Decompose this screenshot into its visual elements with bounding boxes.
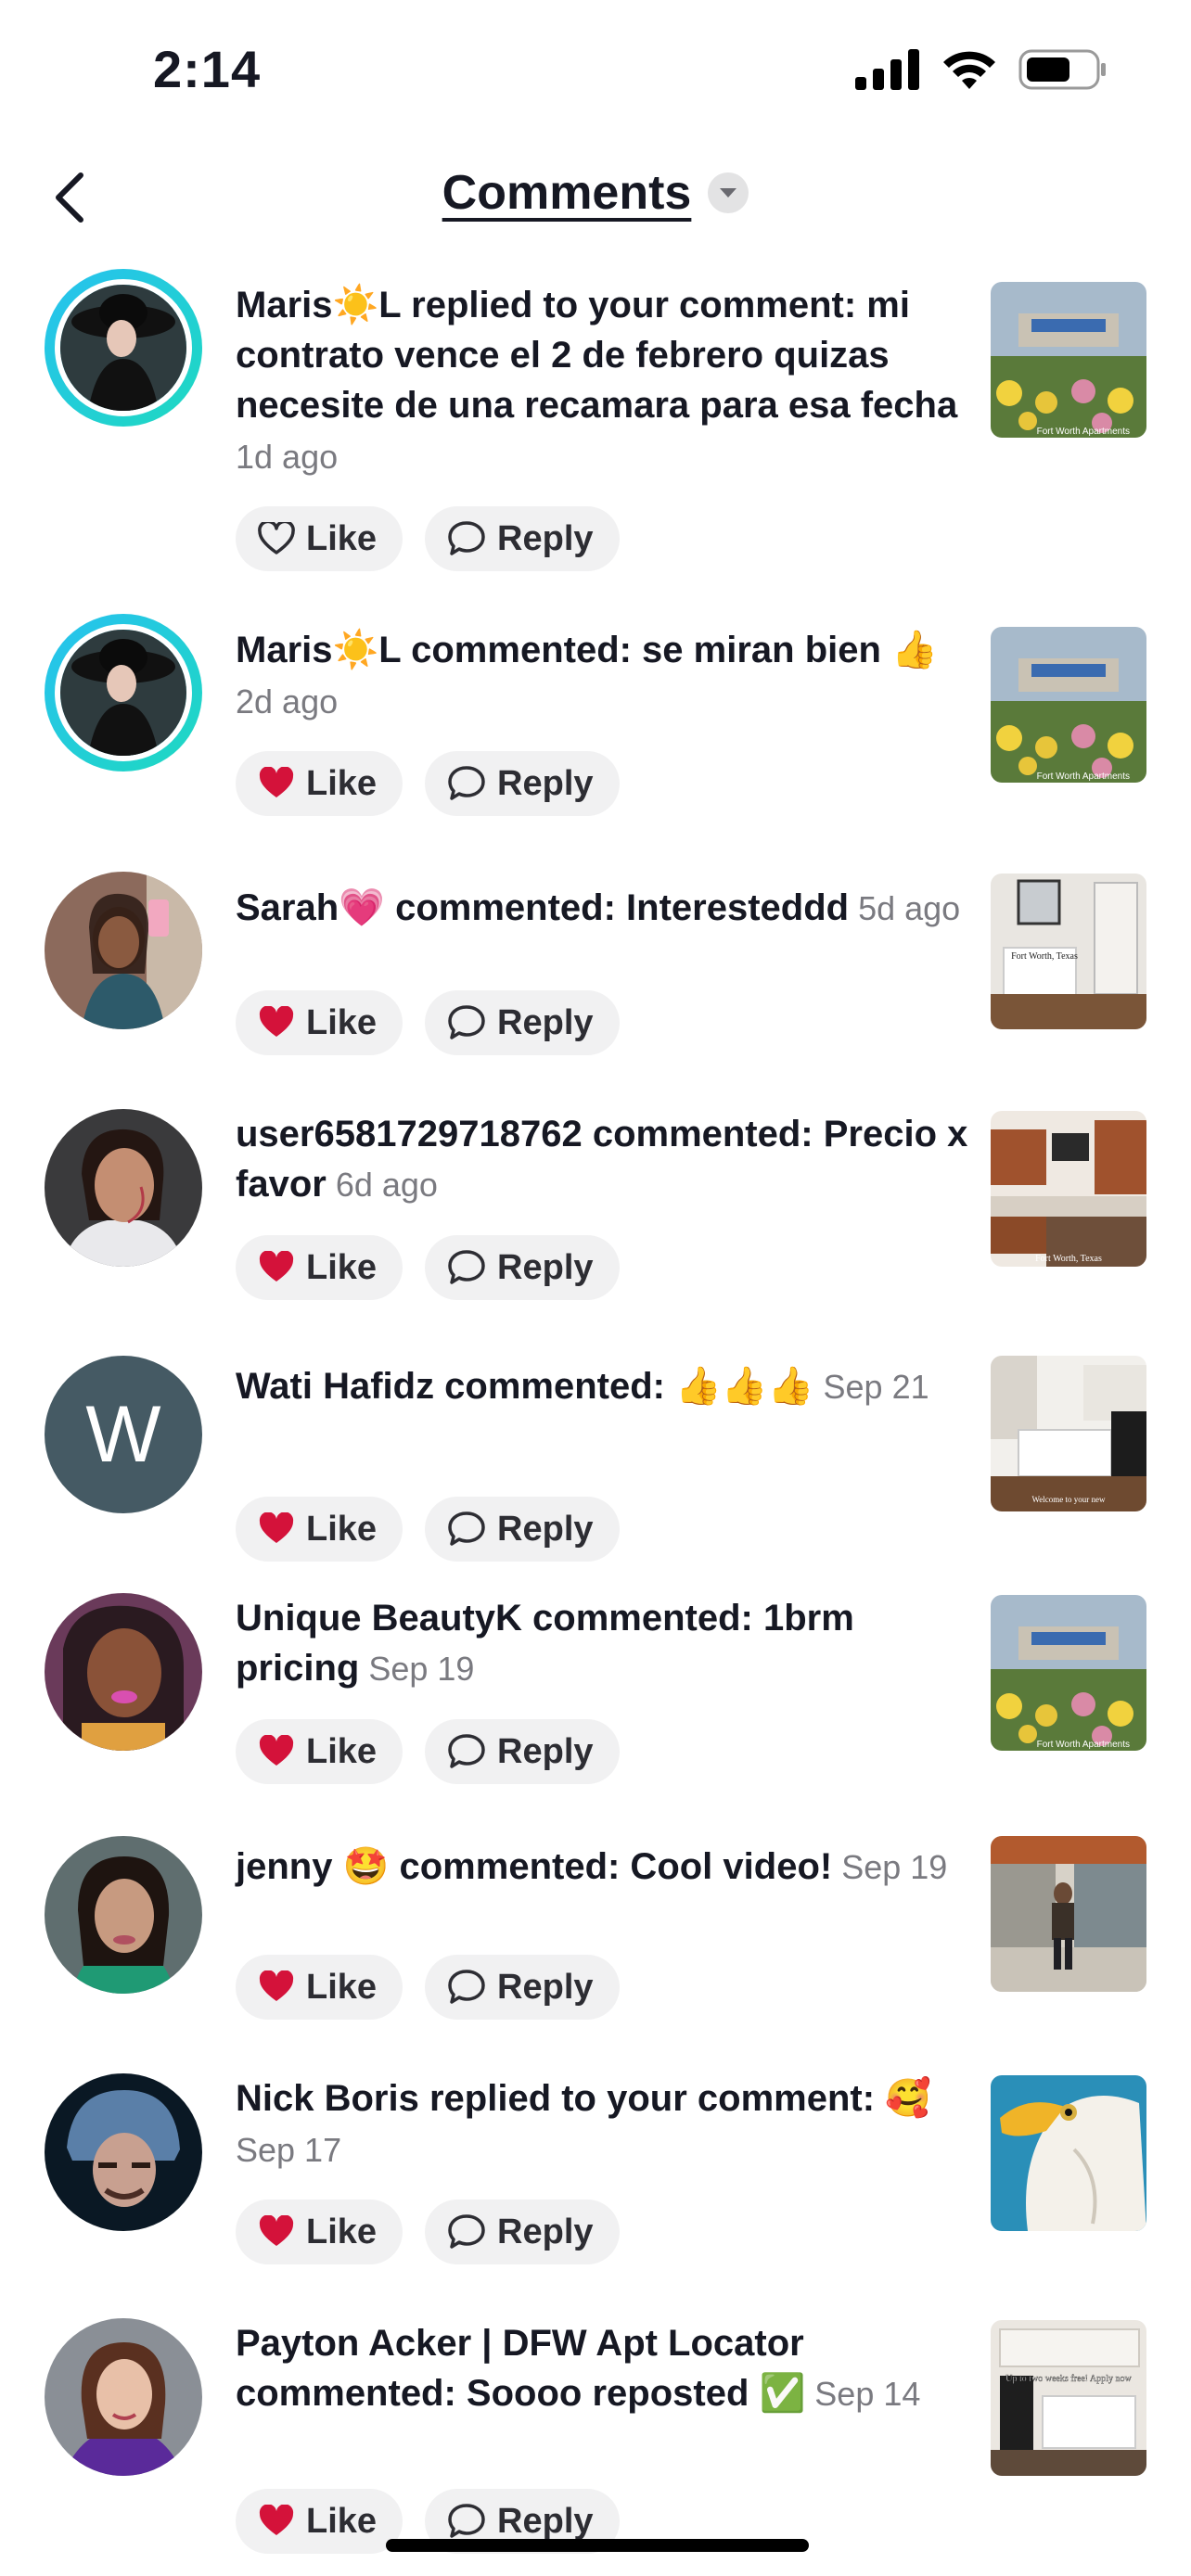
timestamp: Sep 17: [236, 2131, 342, 2169]
avatar[interactable]: [45, 2318, 202, 2476]
speech-bubble-icon: [448, 1250, 485, 1284]
comment-text: Wati Hafidz commented: 👍👍👍 Sep 21: [236, 1366, 929, 1407]
speech-bubble-icon: [448, 766, 485, 800]
timestamp: 5d ago: [849, 889, 961, 927]
video-thumbnail[interactable]: Up to two weeks free! Apply now: [991, 2320, 1146, 2476]
avatar[interactable]: [45, 614, 202, 772]
comment-text: Maris☀️L commented: se miran bien 👍 2d a…: [236, 630, 938, 721]
speech-bubble-icon: [448, 1734, 485, 1768]
reply-button[interactable]: Reply: [425, 1955, 620, 2020]
speech-bubble-icon: [448, 2504, 485, 2538]
avatar[interactable]: [45, 2073, 202, 2231]
username[interactable]: Payton Acker | DFW Apt Locator: [236, 2323, 804, 2364]
like-button[interactable]: Like: [236, 2200, 403, 2264]
video-thumbnail[interactable]: Fort Worth Apartments: [991, 627, 1146, 783]
avatar-initial: W: [45, 1356, 202, 1513]
heart-filled-icon: [259, 1006, 294, 1037]
reply-button[interactable]: Reply: [425, 990, 620, 1055]
svg-text:Fort Worth Apartments: Fort Worth Apartments: [1037, 1740, 1130, 1750]
video-thumbnail[interactable]: Fort Worth Apartments: [991, 1595, 1146, 1751]
like-button[interactable]: Like: [236, 1719, 403, 1784]
reply-button[interactable]: Reply: [425, 1719, 620, 1784]
timestamp: 6d ago: [326, 1166, 438, 1204]
battery-icon: [1018, 49, 1106, 90]
video-thumbnail[interactable]: Fort Worth, Texas: [991, 1111, 1146, 1267]
comment-text: Sarah💗 commented: Interesteddd 5d ago: [236, 887, 961, 928]
username[interactable]: user6581729718762: [236, 1114, 583, 1154]
like-button[interactable]: Like: [236, 1497, 403, 1562]
like-button[interactable]: Like: [236, 990, 403, 1055]
heart-filled-icon: [259, 767, 294, 797]
avatar[interactable]: [45, 872, 202, 1029]
caret-down-icon: [708, 172, 749, 213]
heart-outline-icon: [258, 522, 295, 555]
comment-text: Maris☀️L replied to your comment: mi con…: [236, 285, 958, 476]
username[interactable]: Nick Boris: [236, 2078, 419, 2119]
svg-text:Fort Worth, Texas: Fort Worth, Texas: [1011, 951, 1078, 962]
speech-bubble-icon: [448, 521, 485, 555]
like-button[interactable]: Like: [236, 751, 403, 816]
title-dropdown[interactable]: Comments: [0, 165, 1191, 221]
username[interactable]: jenny 🤩: [236, 1846, 389, 1887]
reply-button[interactable]: Reply: [425, 1497, 620, 1562]
comment-text: Payton Acker | DFW Apt Locator commented…: [236, 2323, 921, 2414]
timestamp: Sep 21: [813, 1368, 929, 1406]
speech-bubble-icon: [448, 1970, 485, 2004]
heart-filled-icon: [259, 2215, 294, 2246]
video-thumbnail[interactable]: [991, 1836, 1146, 1992]
wifi-icon: [943, 51, 995, 89]
username[interactable]: Wati Hafidz: [236, 1366, 434, 1407]
heart-filled-icon: [259, 1251, 294, 1282]
heart-filled-icon: [259, 1735, 294, 1766]
username[interactable]: Sarah💗: [236, 887, 385, 928]
cellular-signal-icon: [855, 49, 919, 90]
avatar[interactable]: [45, 269, 202, 427]
speech-bubble-icon: [448, 2214, 485, 2249]
comment-text: jenny 🤩 commented: Cool video! Sep 19: [236, 1846, 948, 1887]
like-button[interactable]: Like: [236, 2489, 403, 2554]
svg-text:Up to two weeks free! Apply no: Up to two weeks free! Apply now: [1005, 2374, 1132, 2384]
comment-text: Nick Boris replied to your comment: 🥰 Se…: [236, 2078, 931, 2169]
timestamp: 1d ago: [236, 438, 339, 476]
like-button[interactable]: Like: [236, 506, 403, 571]
timestamp: 2d ago: [236, 682, 339, 721]
video-thumbnail[interactable]: Fort Worth, Texas: [991, 874, 1146, 1029]
heart-filled-icon: [259, 1512, 294, 1543]
avatar[interactable]: [45, 1593, 202, 1751]
like-button[interactable]: Like: [236, 1955, 403, 2020]
username[interactable]: Maris☀️L: [236, 285, 401, 325]
avatar[interactable]: [45, 1836, 202, 1994]
reply-button[interactable]: Reply: [425, 506, 620, 571]
video-thumbnail[interactable]: Welcome to your new: [991, 1356, 1146, 1511]
home-indicator[interactable]: [386, 2539, 809, 2552]
reply-button[interactable]: Reply: [425, 2200, 620, 2264]
status-time: 2:14: [153, 40, 262, 98]
username[interactable]: Maris☀️L: [236, 630, 401, 670]
username[interactable]: Unique BeautyK: [236, 1598, 522, 1639]
heart-filled-icon: [259, 2505, 294, 2535]
page-title: Comments: [442, 166, 692, 220]
like-button[interactable]: Like: [236, 1235, 403, 1300]
header: Comments: [0, 148, 1191, 250]
status-bar: 2:14: [0, 0, 1191, 139]
timestamp: Sep 19: [832, 1848, 948, 1886]
svg-text:Welcome to your new: Welcome to your new: [1031, 1495, 1106, 1504]
avatar[interactable]: [45, 1109, 202, 1267]
speech-bubble-icon: [448, 1511, 485, 1546]
speech-bubble-icon: [448, 1005, 485, 1039]
avatar[interactable]: W: [45, 1356, 202, 1513]
svg-text:Fort Worth Apartments: Fort Worth Apartments: [1037, 772, 1130, 782]
reply-button[interactable]: Reply: [425, 1235, 620, 1300]
status-icons: [855, 48, 1108, 91]
reply-button[interactable]: Reply: [425, 751, 620, 816]
heart-filled-icon: [259, 1970, 294, 2001]
video-thumbnail[interactable]: Fort Worth Apartments: [991, 282, 1146, 438]
timestamp: Sep 19: [359, 1650, 475, 1688]
comment-text: Unique BeautyK commented: 1brm pricing S…: [236, 1598, 854, 1689]
svg-text:Fort Worth Apartments: Fort Worth Apartments: [1037, 427, 1130, 437]
svg-text:Fort Worth, Texas: Fort Worth, Texas: [1035, 1254, 1102, 1264]
timestamp: Sep 14: [805, 2375, 921, 2413]
comment-text: user6581729718762 commented: Precio x fa…: [236, 1114, 968, 1205]
video-thumbnail[interactable]: [991, 2075, 1146, 2231]
